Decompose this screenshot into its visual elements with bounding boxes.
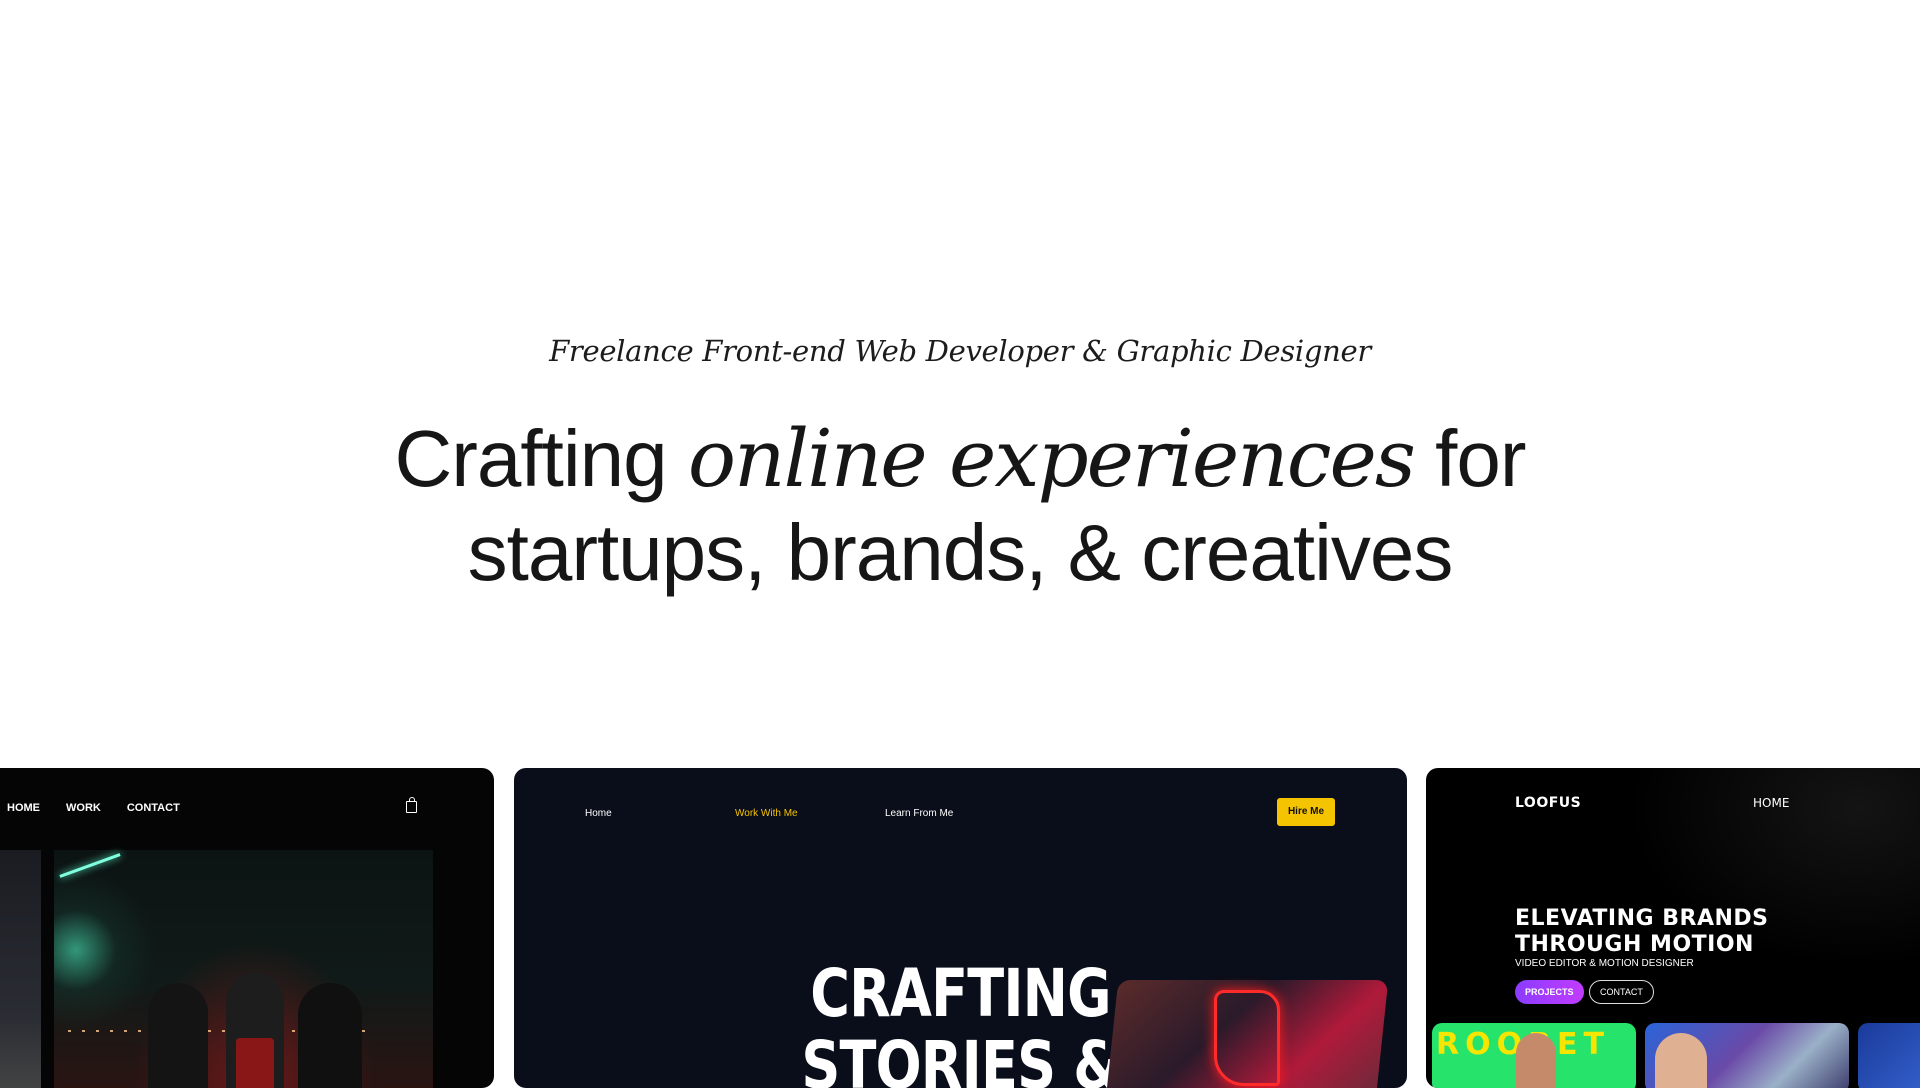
card-c-project-tile[interactable]: ROOBET [1432, 1023, 1636, 1088]
card-b-nav-work[interactable]: Work With Me [735, 808, 798, 819]
hero-section: Freelance Front-end Web Developer & Grap… [0, 0, 1920, 760]
shopping-bag-icon[interactable] [406, 797, 417, 813]
contact-button[interactable]: CONTACT [1589, 980, 1654, 1004]
card-a-side-image [0, 850, 41, 1088]
projects-button[interactable]: PROJECTS [1515, 980, 1584, 1004]
headline-line2: startups, brands, & creatives [467, 508, 1454, 597]
card-b-nav-learn[interactable]: Learn From Me [885, 808, 953, 819]
card-b-neon-figure [1214, 990, 1280, 1086]
card-c-subtitle: VIDEO EDITOR & MOTION DESIGNER [1515, 958, 1694, 969]
hero-headline: Crafting online experiences for startups… [0, 412, 1920, 600]
portfolio-card-music[interactable]: HOME WORK CONTACT [0, 768, 494, 1088]
headline-part2: for [1413, 414, 1526, 503]
headline-part1: Crafting [394, 414, 688, 503]
card-b-nav-home[interactable]: Home [585, 808, 612, 819]
card-c-nav-home[interactable]: HOME [1753, 796, 1789, 810]
loofus-logo[interactable]: LOOFUS [1515, 795, 1581, 811]
portfolio-card-loofus[interactable]: LOOFUS HOME ELEVATING BRANDS THROUGH MOT… [1426, 768, 1920, 1088]
card-c-title: ELEVATING BRANDS THROUGH MOTION [1515, 906, 1769, 958]
card-c-title-line2: THROUGH MOTION [1515, 932, 1754, 957]
card-c-project-tile[interactable] [1858, 1023, 1920, 1088]
card-a-figure-shirt [236, 1038, 274, 1088]
portfolio-card-crafting-stories[interactable]: Home Work With Me Learn From Me Hire Me … [514, 768, 1407, 1088]
card-a-nav: HOME WORK CONTACT [7, 802, 180, 814]
card-a-nav-home[interactable]: HOME [7, 802, 40, 814]
headline-italic: online experiences [687, 412, 1416, 505]
hero-tagline: Freelance Front-end Web Developer & Grap… [549, 334, 1371, 368]
card-c-title-line1: ELEVATING BRANDS [1515, 906, 1769, 931]
card-a-nav-contact[interactable]: CONTACT [127, 802, 180, 814]
card-a-figure [298, 983, 362, 1088]
hire-me-button[interactable]: Hire Me [1277, 798, 1335, 826]
card-a-nav-work[interactable]: WORK [66, 802, 101, 814]
card-c-project-tile[interactable] [1645, 1023, 1849, 1088]
card-a-figure [148, 983, 208, 1088]
